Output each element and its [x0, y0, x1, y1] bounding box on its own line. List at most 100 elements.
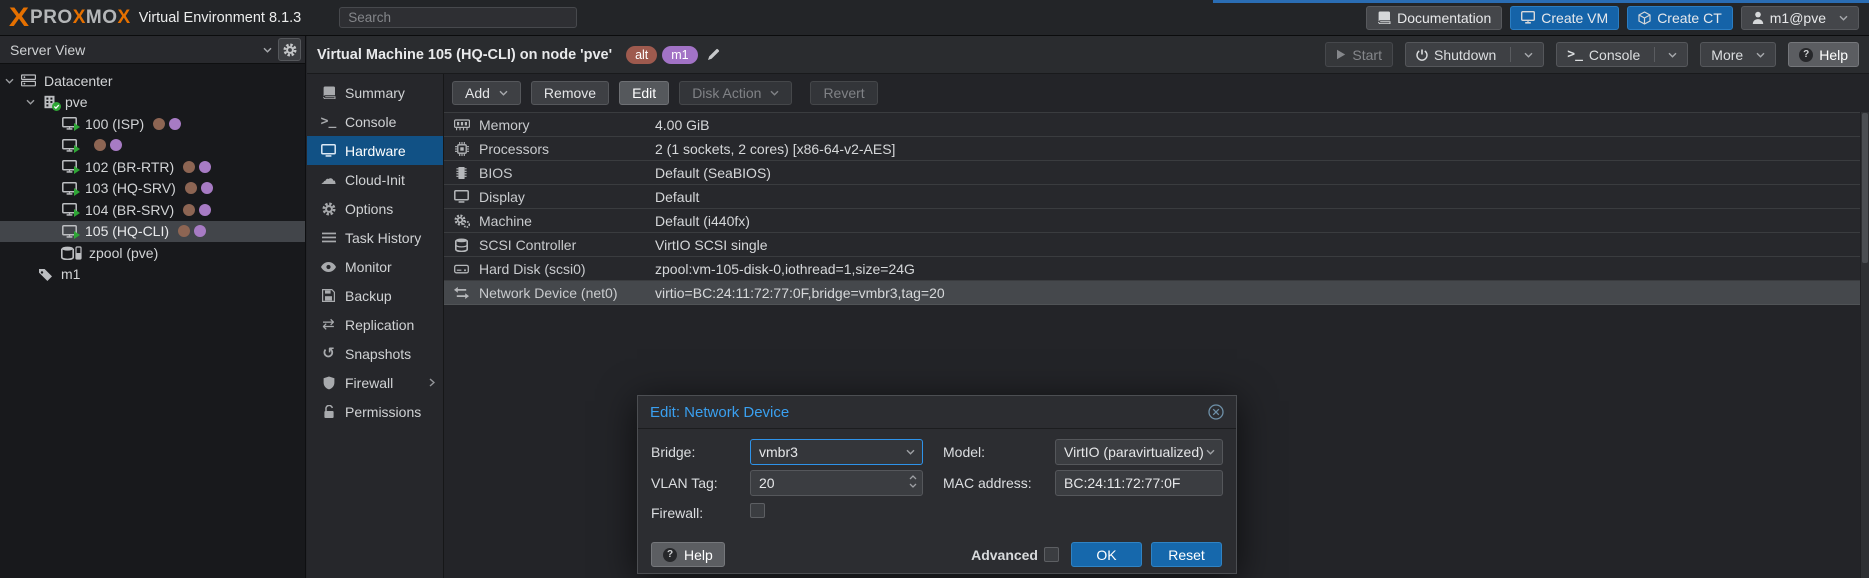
- page-title: Virtual Machine 105 (HQ-CLI) on node 'pv…: [317, 47, 612, 63]
- vm-icon: [60, 225, 78, 238]
- start-button[interactable]: Start: [1325, 42, 1393, 67]
- running-play-badge: [74, 188, 80, 196]
- database-icon: [452, 238, 471, 252]
- tab-console[interactable]: >_ Console: [307, 107, 443, 136]
- create-ct-button[interactable]: Create CT: [1627, 6, 1733, 30]
- running-play-badge: [74, 231, 80, 239]
- terminal-icon: >_: [320, 115, 337, 128]
- tab-monitor[interactable]: Monitor: [307, 252, 443, 281]
- tab-snapshots[interactable]: ↺ Snapshots: [307, 339, 443, 368]
- tree-item-node-pve[interactable]: pve: [0, 92, 305, 114]
- tag-dot-m1: [110, 139, 122, 151]
- table-row-bios[interactable]: BIOS Default (SeaBIOS): [444, 161, 1869, 185]
- gear-icon: [320, 202, 337, 216]
- chevron-down-icon[interactable]: [906, 449, 915, 455]
- hdd-icon: [452, 263, 471, 275]
- vertical-scrollbar[interactable]: [1860, 112, 1869, 578]
- tag-dot-m1: [194, 225, 206, 237]
- ok-button[interactable]: OK: [1071, 542, 1142, 567]
- chevron-down-icon[interactable]: [5, 78, 14, 84]
- table-row-processors[interactable]: Processors 2 (1 sockets, 2 cores) [x86-6…: [444, 137, 1869, 161]
- tree-item-vm-102[interactable]: 102 (BR-RTR): [0, 156, 305, 178]
- add-button[interactable]: Add: [452, 81, 521, 105]
- help-button[interactable]: ? Help: [1788, 42, 1859, 67]
- mac-address-field[interactable]: [1055, 470, 1223, 496]
- tab-permissions[interactable]: Permissions: [307, 397, 443, 426]
- create-vm-button[interactable]: Create VM: [1510, 6, 1619, 30]
- table-row-memory[interactable]: Memory 4.00 GiB: [444, 113, 1869, 137]
- shutdown-button[interactable]: Shutdown: [1405, 42, 1544, 67]
- tab-hardware[interactable]: Hardware: [307, 136, 443, 165]
- dialog-help-button[interactable]: ? Help: [651, 542, 725, 567]
- tab-firewall[interactable]: Firewall: [307, 368, 443, 397]
- user-menu-button[interactable]: m1@pve: [1741, 6, 1859, 30]
- table-row-machine[interactable]: Machine Default (i440fx): [444, 209, 1869, 233]
- scrollbar-thumb[interactable]: [1862, 113, 1868, 263]
- vm-icon: [60, 139, 78, 152]
- model-combo[interactable]: VirtIO (paravirtualized): [1055, 439, 1223, 465]
- tab-backup[interactable]: Backup: [307, 281, 443, 310]
- spinner-arrows[interactable]: [909, 475, 917, 488]
- dialog-titlebar[interactable]: Edit: Network Device: [638, 396, 1236, 429]
- vm-icon: [60, 182, 78, 195]
- gear-icon: [283, 43, 297, 57]
- resource-tree: Datacenter pve 100 (ISP): [0, 64, 305, 285]
- remove-button[interactable]: Remove: [531, 81, 609, 105]
- tree-item-vm-104[interactable]: 104 (BR-SRV): [0, 199, 305, 221]
- tab-cloud-init[interactable]: ☁ Cloud-Init: [307, 165, 443, 194]
- bridge-combo[interactable]: vmbr3: [750, 439, 923, 465]
- firewall-checkbox[interactable]: [750, 503, 765, 518]
- table-row-display[interactable]: Display Default: [444, 185, 1869, 209]
- proxmox-app: X PROXMOX Virtual Environment 8.1.3 Docu…: [0, 0, 1869, 578]
- tree-item-vm-103[interactable]: 103 (HQ-SRV): [0, 178, 305, 200]
- tree-item-label: 103 (HQ-SRV): [85, 180, 176, 196]
- mac-address-label: MAC address:: [943, 475, 1032, 491]
- console-button[interactable]: >_ Console: [1556, 42, 1688, 67]
- running-play-badge: [74, 123, 80, 131]
- create-ct-label: Create CT: [1657, 10, 1722, 26]
- table-row-hard-disk[interactable]: Hard Disk (scsi0) zpool:vm-105-disk-0,io…: [444, 257, 1869, 281]
- revert-button[interactable]: Revert: [810, 81, 877, 105]
- chevron-down-icon: [263, 47, 272, 53]
- exchange-icon: [452, 287, 471, 299]
- tree-item-vm-101[interactable]: [0, 135, 305, 157]
- tree-item-datacenter[interactable]: Datacenter: [0, 70, 305, 92]
- terminal-icon: >_: [1567, 48, 1583, 61]
- view-selector[interactable]: Server View: [0, 36, 305, 64]
- chevron-down-icon[interactable]: [1668, 52, 1677, 58]
- tab-task-history[interactable]: Task History: [307, 223, 443, 252]
- tab-replication[interactable]: ⇄ Replication: [307, 310, 443, 339]
- edit-tags-pencil-icon[interactable]: [707, 48, 720, 61]
- tab-options[interactable]: Options: [307, 194, 443, 223]
- documentation-button[interactable]: Documentation: [1366, 6, 1502, 30]
- close-icon[interactable]: [1208, 404, 1224, 420]
- vm-icon: [60, 160, 78, 173]
- vm-icon: [60, 117, 78, 130]
- reset-button[interactable]: Reset: [1151, 542, 1222, 567]
- tree-settings-button[interactable]: [278, 38, 301, 61]
- table-row-scsi-controller[interactable]: SCSI Controller VirtIO SCSI single: [444, 233, 1869, 257]
- app-header: X PROXMOX Virtual Environment 8.1.3 Docu…: [0, 0, 1869, 36]
- tree-item-label: 105 (HQ-CLI): [85, 223, 169, 239]
- chevron-down-icon: [499, 90, 508, 96]
- disk-action-button[interactable]: Disk Action: [679, 81, 792, 105]
- tree-item-vm-105-selected[interactable]: 105 (HQ-CLI): [0, 221, 305, 243]
- tag-dot-alt: [94, 139, 106, 151]
- more-button[interactable]: More: [1700, 42, 1776, 67]
- search-input[interactable]: [339, 7, 577, 28]
- table-row-network-device-selected[interactable]: Network Device (net0) virtio=BC:24:11:72…: [444, 281, 1869, 305]
- vlan-tag-spinner[interactable]: 20: [750, 470, 923, 496]
- tree-item-pool-m1[interactable]: m1: [0, 264, 305, 286]
- tab-summary[interactable]: Summary: [307, 78, 443, 107]
- history-icon: ↺: [320, 346, 337, 361]
- chevron-down-icon[interactable]: [26, 99, 35, 105]
- top-accent-strip: [1213, 0, 1869, 3]
- book-icon: [320, 86, 337, 99]
- tree-item-vm-100[interactable]: 100 (ISP): [0, 113, 305, 135]
- chevron-down-icon[interactable]: [1206, 449, 1215, 455]
- advanced-checkbox[interactable]: [1044, 547, 1059, 562]
- tree-item-label: 102 (BR-RTR): [85, 159, 174, 175]
- edit-button[interactable]: Edit: [619, 81, 669, 105]
- tree-item-storage-zpool[interactable]: zpool (pve): [0, 242, 305, 264]
- chevron-down-icon[interactable]: [1524, 52, 1533, 58]
